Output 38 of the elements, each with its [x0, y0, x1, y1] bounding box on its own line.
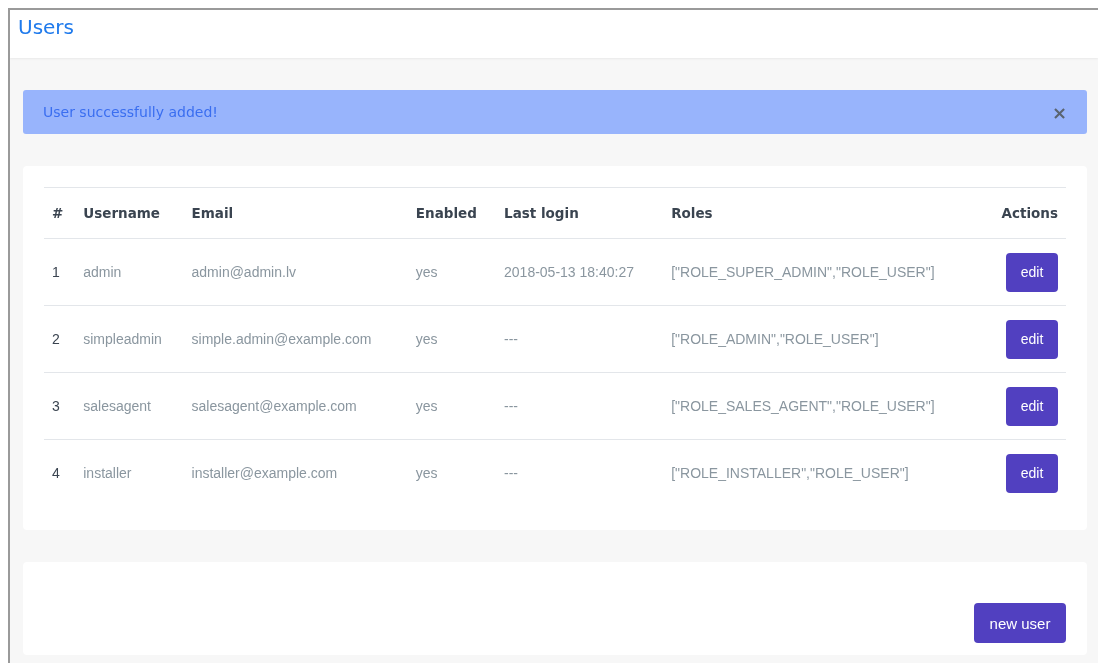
column-header: Last login [496, 187, 664, 239]
table-cell: 3 [44, 372, 76, 440]
table-cell: installer [75, 439, 184, 506]
column-header: Actions [983, 187, 1066, 239]
table-cell: admin [75, 238, 184, 306]
table-cell: ["ROLE_INSTALLER","ROLE_USER"] [663, 439, 983, 506]
table-cell: yes [407, 439, 497, 506]
table-cell: salesagent [75, 372, 184, 440]
table-cell: salesagent@example.com [183, 372, 408, 440]
table-cell: simple.admin@example.com [183, 305, 408, 373]
column-header: # [44, 187, 76, 239]
table-cell: 4 [44, 439, 76, 506]
table-cell: yes [407, 238, 497, 306]
table-cell: --- [496, 305, 664, 373]
edit-button[interactable]: edit [1006, 386, 1058, 426]
edit-button[interactable]: edit [1006, 319, 1058, 359]
alert-message: User successfully added! [43, 104, 218, 120]
table-cell: 2018-05-13 18:40:27 [496, 238, 664, 306]
table-cell: --- [496, 372, 664, 440]
table-cell: 2 [44, 305, 76, 373]
table-cell: installer@example.com [183, 439, 408, 506]
table-cell: --- [496, 439, 664, 506]
table-cell: ["ROLE_ADMIN","ROLE_USER"] [663, 305, 983, 373]
edit-button[interactable]: edit [1006, 453, 1058, 493]
table-cell: admin@admin.lv [183, 238, 408, 306]
table-cell: ["ROLE_SUPER_ADMIN","ROLE_USER"] [663, 238, 983, 306]
table-cell: ["ROLE_SALES_AGENT","ROLE_USER"] [663, 372, 983, 440]
column-header: Enabled [407, 187, 497, 239]
column-header: Username [75, 187, 184, 239]
column-header: Roles [663, 187, 983, 239]
new-user-button[interactable]: new user [974, 603, 1066, 643]
edit-button[interactable]: edit [1006, 252, 1058, 292]
page-title: Users [18, 14, 74, 39]
table-cell: yes [407, 305, 497, 373]
table-cell: yes [407, 372, 497, 440]
table-cell: 1 [44, 238, 76, 306]
column-header: Email [183, 187, 408, 239]
table-cell: simpleadmin [75, 305, 184, 373]
